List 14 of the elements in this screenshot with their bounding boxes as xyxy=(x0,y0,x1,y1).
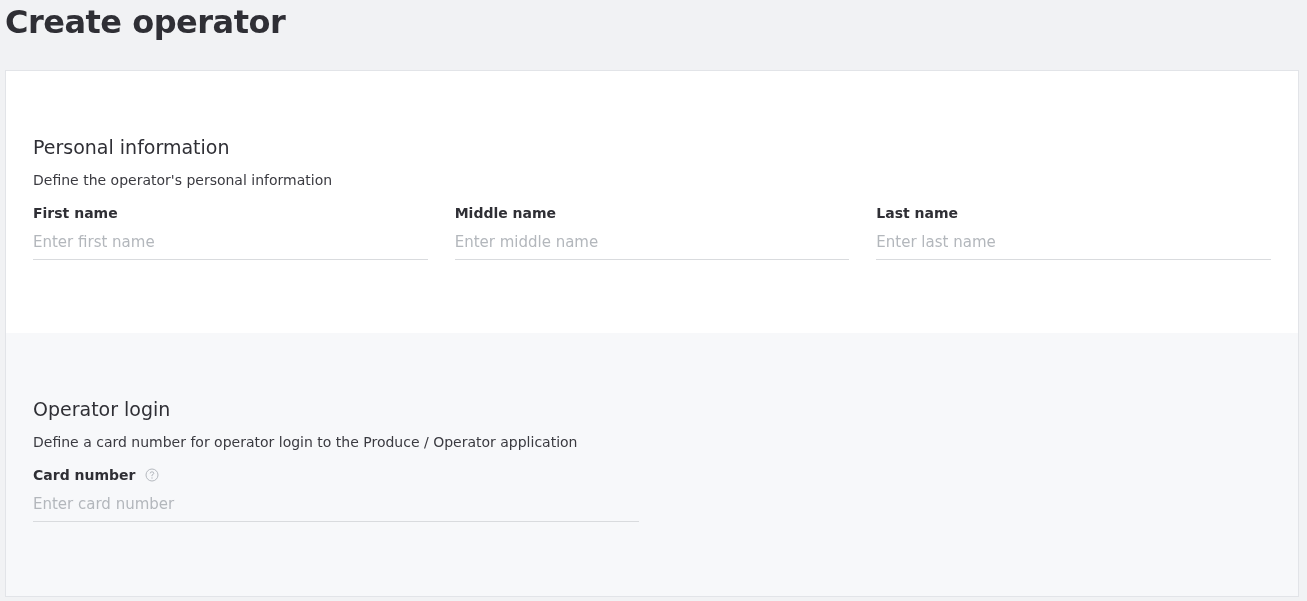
section-description: Define the operator's personal information xyxy=(33,171,334,190)
text-input-field[interactable]: Enter middle name xyxy=(454,226,850,260)
section-heading: Personal information xyxy=(33,135,231,160)
field-label: First name xyxy=(33,205,118,221)
text-input-field[interactable]: Enter card number xyxy=(33,488,639,522)
field-label: Card number xyxy=(33,467,136,483)
section-description: Define a card number for operator login to the Produce / Operator application xyxy=(33,433,579,452)
help-icon[interactable] xyxy=(145,468,160,482)
page-title: Create operator xyxy=(5,2,287,43)
field-label: Middle name xyxy=(454,205,557,221)
text-input-field[interactable]: Enter last name xyxy=(876,226,1271,260)
field-label: Last name xyxy=(876,205,959,221)
text-input-field[interactable]: Enter first name xyxy=(33,226,428,260)
section-heading: Operator login xyxy=(33,397,172,422)
